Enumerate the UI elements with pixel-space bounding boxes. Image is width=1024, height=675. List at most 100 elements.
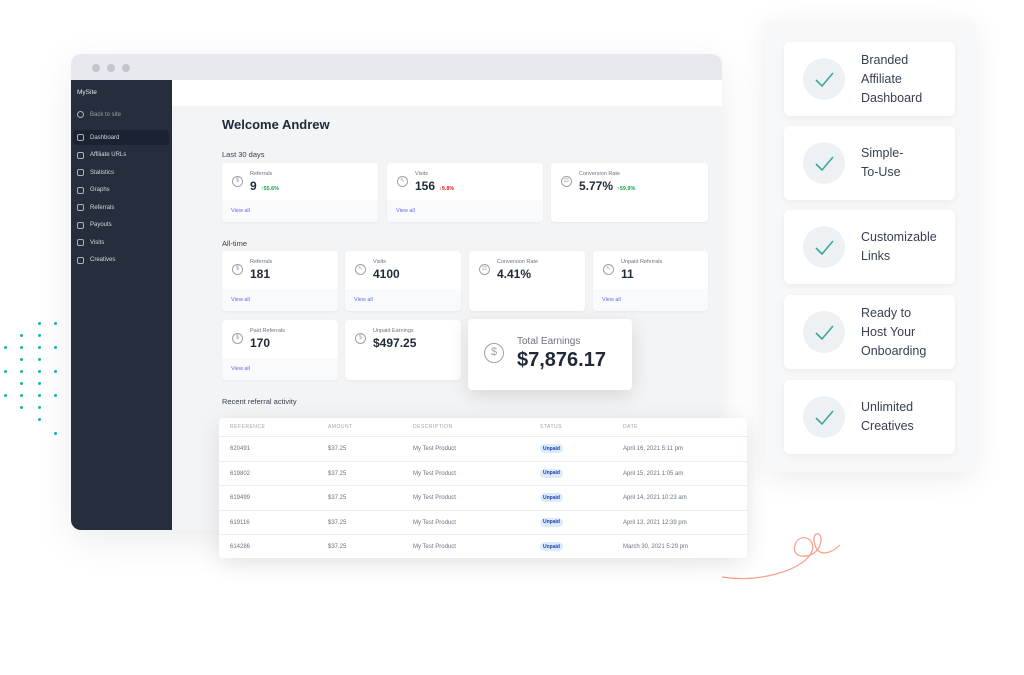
column-header: REFERENCE — [230, 424, 266, 430]
total-earnings-card: $ Total Earnings $7,876.17 — [468, 319, 632, 390]
back-to-site-link[interactable]: Back to site — [77, 111, 121, 118]
sidebar-item-label: Statistics — [90, 169, 115, 176]
table-row[interactable]: 619116 $37.25 My Test Product Unpaid April 1… — [219, 509, 747, 535]
status-badge: Unpaid — [540, 542, 563, 551]
stat-label: Referrals — [250, 259, 273, 265]
window-dot[interactable] — [92, 64, 100, 72]
stat-label: Visits — [415, 171, 429, 177]
table-cell: March 30, 2021 5:29 pm — [623, 544, 689, 550]
change-percent: 59.9% — [619, 186, 636, 192]
site-name: MySite — [77, 89, 97, 96]
stat-label: Conversion Rate — [579, 171, 620, 177]
image-icon — [77, 256, 84, 264]
view-all-link[interactable]: View all — [387, 200, 543, 222]
credit-card-icon — [77, 204, 84, 211]
stat-number: 181 — [250, 267, 271, 281]
sidebar: MySite Back to site Dashboard Affiliate U… — [71, 80, 172, 530]
stat-card-unpaid-referrals: ↖ Unpaid Referrals 11 View all — [593, 251, 708, 311]
feature-label: Unlimited Creatives — [861, 400, 914, 433]
stat-value: 11 — [621, 267, 634, 281]
sidebar-item-affiliate-urls[interactable]: Affiliate URLs — [73, 148, 169, 163]
view-all-link[interactable]: View all — [222, 200, 378, 222]
table-cell: $37.25 — [328, 544, 347, 550]
sidebar-item-label: Referrals — [90, 204, 115, 211]
sidebar-item-payouts[interactable]: Payouts — [73, 218, 169, 233]
stat-label: Paid Referrals — [250, 328, 285, 334]
table-cell: $37.25 — [328, 470, 347, 477]
dollar-icon: $ — [232, 333, 243, 344]
sidebar-item-statistics[interactable]: Statistics — [73, 165, 169, 180]
stat-label: Unpaid Earnings — [373, 328, 414, 334]
pie-chart-icon — [77, 169, 84, 176]
feature-label: Customizable Links — [861, 230, 937, 263]
back-arrow-icon — [77, 111, 84, 118]
stat-number: 9 — [250, 179, 257, 193]
view-all-link[interactable]: View all — [222, 289, 338, 311]
stat-card-conversion-rate: ⚖ Conversion Rate 5.77% ↑59.9% — [551, 163, 708, 222]
status-badge: Unpaid — [540, 493, 563, 502]
cursor-click-icon — [77, 239, 84, 246]
window-dot[interactable] — [107, 64, 115, 72]
cursor-click-icon: ↖ — [603, 264, 614, 275]
table-row[interactable]: 614286 $37.25 My Test Product Unpaid March 3… — [219, 534, 747, 559]
table-cell: April 15, 2021 1:05 am — [623, 470, 684, 477]
stat-value: 170 — [250, 336, 270, 350]
features-panel: Branded Affiliate Dashboard Simple- To-Us… — [765, 20, 975, 472]
dollar-icon: $ — [484, 343, 504, 363]
view-all-link[interactable]: View all — [593, 289, 708, 311]
section-title-all-time: All-time — [222, 239, 248, 248]
table-cell: $37.25 — [328, 446, 347, 452]
sidebar-item-creatives[interactable]: Creatives — [73, 253, 169, 268]
table-cell: 620491 — [230, 446, 251, 452]
stat-number: 4.41% — [497, 267, 532, 281]
link-icon — [77, 151, 84, 159]
status-badge: Unpaid — [540, 468, 563, 478]
scale-icon: ⚖ — [561, 176, 572, 187]
stat-value: 4100 — [373, 267, 400, 281]
stat-value: 9 ↑55.6% — [250, 179, 279, 193]
cursor-click-icon: ↖ — [355, 264, 366, 275]
status-badge: Unpaid — [540, 517, 563, 527]
table-row[interactable]: 619802 $37.25 My Test Product Unpaid April 1… — [219, 460, 747, 486]
stat-card-paid-referrals: $ Paid Referrals 170 View all — [222, 320, 338, 380]
cash-icon — [77, 221, 84, 229]
stat-card-conversion-rate: ⚖ Conversion Rate 4.41% — [469, 251, 585, 311]
sidebar-item-dashboard[interactable]: Dashboard — [73, 130, 169, 145]
check-icon — [803, 226, 845, 268]
feature-label: Branded Affiliate Dashboard — [861, 52, 923, 105]
check-icon — [803, 311, 845, 353]
sidebar-item-label: Affiliate URLs — [90, 152, 127, 158]
change-percent: 55.6% — [263, 186, 280, 192]
sidebar-item-referrals[interactable]: Referrals — [73, 200, 169, 215]
bar-chart-icon — [77, 186, 84, 194]
feature-item: Unlimited Creatives — [784, 380, 955, 454]
feature-label: Simple- To-Use — [861, 146, 904, 179]
table-cell: 619499 — [230, 495, 251, 501]
feature-item: Customizable Links — [784, 210, 955, 284]
feature-item: Simple- To-Use — [784, 126, 955, 200]
referral-table: REFERENCE AMOUNT DESCRIPTION STATUS DATE 6204… — [219, 418, 747, 558]
feature-item: Branded Affiliate Dashboard — [784, 42, 955, 116]
stat-card-referrals: $ Referrals 181 View all — [222, 251, 338, 311]
window-dot[interactable] — [122, 64, 130, 72]
sidebar-item-graphs[interactable]: Graphs — [73, 183, 169, 198]
dollar-icon: $ — [232, 264, 243, 275]
table-cell: 619802 — [230, 470, 251, 477]
view-all-link[interactable]: View all — [222, 358, 338, 380]
table-cell: My Test Product — [413, 495, 456, 501]
table-row[interactable]: 620491 $37.25 My Test Product Unpaid April 1… — [219, 436, 747, 461]
stat-card-visits: ↖ Visits 4100 View all — [345, 251, 461, 311]
sidebar-item-label: Graphs — [90, 187, 110, 193]
page-title: Welcome Andrew — [222, 117, 330, 132]
feature-item: Ready to Host Your Onboarding — [784, 295, 955, 369]
table-row[interactable]: 619499 $37.25 My Test Product Unpaid April 1… — [219, 485, 747, 510]
table-cell: 619116 — [230, 519, 250, 526]
stat-number: 5.77% — [579, 179, 614, 193]
stat-change: ↑55.6% — [260, 186, 280, 192]
sidebar-item-visits[interactable]: Visits — [73, 235, 169, 250]
stat-card-unpaid-earnings: $ Unpaid Earnings $497.25 — [345, 320, 461, 380]
table-cell: 614286 — [230, 544, 251, 550]
view-all-link[interactable]: View all — [345, 289, 461, 311]
title-bar — [71, 54, 722, 80]
stat-value: 156 ↓9.8% — [415, 179, 454, 193]
